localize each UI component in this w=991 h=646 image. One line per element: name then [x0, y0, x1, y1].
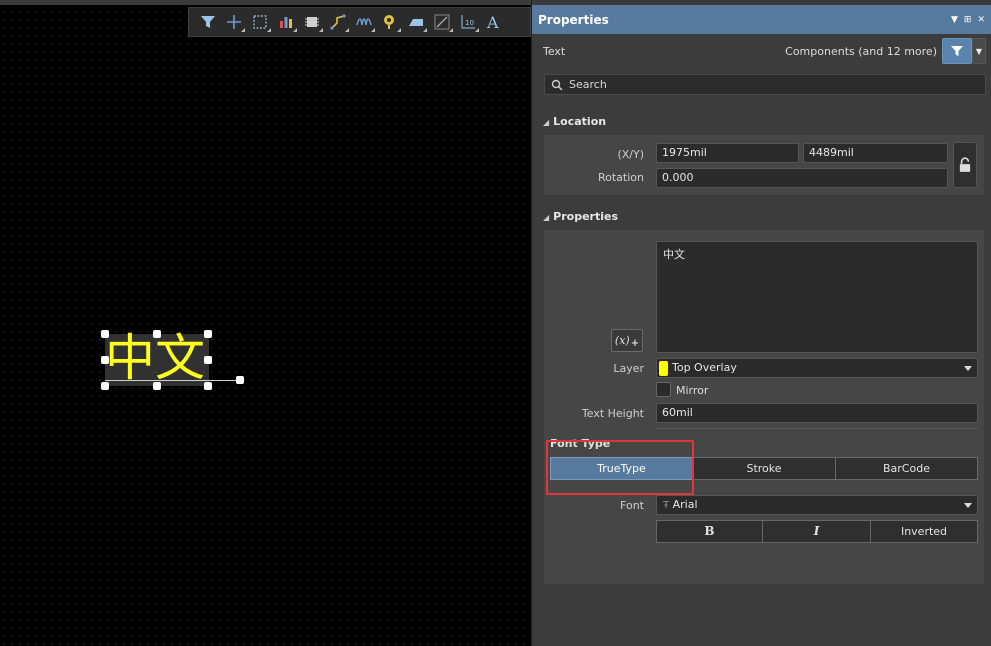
canvas-top-strip: [0, 0, 531, 5]
cross-select-icon[interactable]: [221, 10, 247, 34]
wave-icon[interactable]: [351, 10, 377, 34]
resize-handle[interactable]: [153, 330, 161, 338]
label-icon[interactable]: 10: [455, 10, 481, 34]
chip-icon[interactable]: [299, 10, 325, 34]
font-value: Arial: [672, 498, 698, 511]
chart-icon[interactable]: [273, 10, 299, 34]
resize-handle[interactable]: [101, 382, 109, 390]
text-icon[interactable]: A: [481, 10, 507, 34]
location-title: Location: [553, 115, 607, 128]
bold-button[interactable]: B: [656, 520, 763, 543]
object-kind-label: Text: [543, 45, 566, 58]
filter-dropdown-button[interactable]: ▼: [972, 38, 986, 64]
truetype-font-icon: Ŧ: [663, 500, 670, 511]
filter-button[interactable]: [942, 38, 972, 64]
resize-handle[interactable]: [153, 382, 161, 390]
search-input[interactable]: Search: [544, 74, 986, 95]
collapse-caret-icon: ◢: [543, 213, 550, 222]
chevron-down-icon: [964, 503, 972, 508]
layer-dropdown[interactable]: Top Overlay: [656, 358, 978, 378]
pcb-canvas[interactable]: 10 A 中文: [0, 0, 531, 646]
y-field[interactable]: 4489mil: [803, 143, 948, 163]
active-bar-toolbar: 10 A: [188, 7, 531, 37]
chevron-down-icon: [964, 366, 972, 371]
svg-text:10: 10: [465, 19, 474, 27]
resize-handle[interactable]: [101, 330, 109, 338]
filter-icon: [951, 46, 963, 56]
search-placeholder: Search: [569, 78, 607, 91]
anchor-line: [105, 380, 241, 381]
resize-handle[interactable]: [204, 382, 212, 390]
italic-button[interactable]: I: [762, 520, 871, 543]
panel-title: Properties: [538, 12, 609, 27]
properties-section-header[interactable]: ◢ Properties: [543, 210, 618, 223]
search-icon: [551, 79, 563, 91]
lock-icon: [959, 157, 971, 172]
font-type-barcode-button[interactable]: BarCode: [835, 457, 978, 480]
panel-pin-icon[interactable]: ⊞: [964, 15, 972, 25]
font-type-truetype-button[interactable]: TrueType: [550, 457, 693, 480]
layer-label: Layer: [613, 362, 644, 375]
properties-title: Properties: [553, 210, 618, 223]
lock-button[interactable]: [953, 142, 977, 188]
panel-menu-icon[interactable]: ▼: [951, 15, 958, 25]
filter-summary: Components (and 12 more): [785, 45, 937, 58]
font-type-stroke-button[interactable]: Stroke: [692, 457, 836, 480]
svg-text:A: A: [486, 13, 499, 31]
rotation-label: Rotation: [597, 171, 644, 184]
close-icon[interactable]: ✕: [977, 15, 985, 25]
layer-value: Top Overlay: [672, 361, 737, 374]
mirror-checkbox[interactable]: [656, 382, 671, 397]
text-height-label: Text Height: [581, 407, 644, 420]
divider: [656, 428, 978, 429]
font-label: Font: [620, 499, 644, 512]
plus-icon: +: [630, 338, 640, 349]
layer-color-swatch: [659, 361, 668, 376]
rotation-field[interactable]: 0.000: [656, 168, 948, 188]
rotation-handle[interactable]: [236, 376, 244, 384]
resize-handle[interactable]: [204, 330, 212, 338]
expression-button[interactable]: (x) +: [611, 329, 643, 352]
panel-header: Properties ▼ ⊞ ✕: [532, 0, 991, 34]
location-section-header[interactable]: ◢ Location: [543, 115, 606, 128]
mirror-label: Mirror: [676, 384, 709, 397]
route-icon[interactable]: [325, 10, 351, 34]
resize-handle[interactable]: [204, 356, 212, 364]
xy-label: (X/Y): [617, 148, 644, 161]
line-icon[interactable]: [429, 10, 455, 34]
font-type-label: Font Type: [550, 437, 611, 450]
pin-icon[interactable]: [377, 10, 403, 34]
text-height-field[interactable]: 60mil: [656, 403, 978, 423]
fx-label: (x): [614, 334, 630, 347]
board-icon[interactable]: [403, 10, 429, 34]
resize-handle[interactable]: [101, 356, 109, 364]
filter-icon[interactable]: [195, 10, 221, 34]
collapse-caret-icon: ◢: [543, 118, 550, 127]
text-content-field[interactable]: 中文: [656, 241, 978, 353]
object-filter-row: Text Components (and 12 more) ▼: [532, 38, 991, 66]
inverted-button[interactable]: Inverted: [870, 520, 978, 543]
font-dropdown[interactable]: Ŧ Arial: [656, 495, 978, 515]
properties-panel: Properties ▼ ⊞ ✕ Text Components (and 12…: [531, 0, 991, 646]
rect-select-icon[interactable]: [247, 10, 273, 34]
selected-text-object[interactable]: 中文: [105, 329, 209, 387]
x-field[interactable]: 1975mil: [656, 143, 799, 163]
